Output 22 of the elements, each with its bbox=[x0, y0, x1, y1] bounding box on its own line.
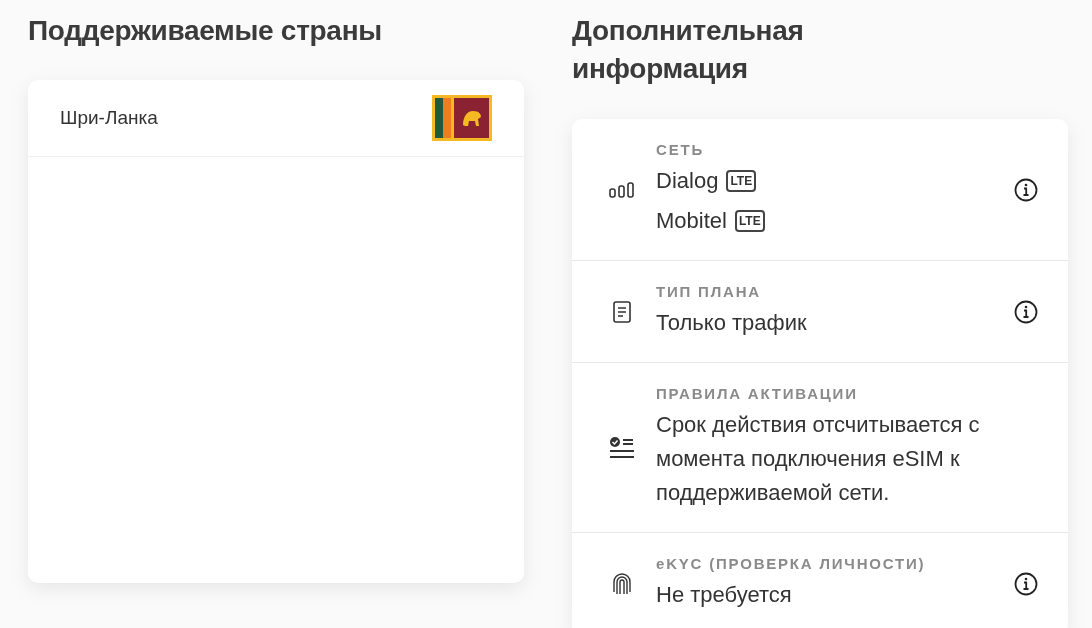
info-icon[interactable] bbox=[1014, 177, 1038, 202]
info-icon[interactable] bbox=[1014, 299, 1038, 324]
section-title: Дополнительная информация bbox=[572, 14, 805, 86]
flag-icon bbox=[432, 95, 492, 141]
row-value: Не требуется bbox=[656, 581, 793, 609]
network-name: Dialog bbox=[656, 167, 719, 195]
row-label: СЕТЬ bbox=[656, 141, 705, 158]
fingerprint-icon bbox=[612, 571, 632, 596]
checklist-icon bbox=[609, 435, 635, 460]
country-name: Шри-Ланка bbox=[60, 107, 158, 129]
section-title: Поддерживаемые страны bbox=[28, 14, 383, 48]
row-label: ТИП ПЛАНА bbox=[656, 283, 762, 300]
signal-bars-icon bbox=[609, 181, 635, 198]
document-icon bbox=[613, 300, 631, 323]
row-value: Только трафик bbox=[656, 309, 808, 337]
row-label: ПРАВИЛА АКТИВАЦИИ bbox=[656, 385, 859, 402]
network-badge: LTE bbox=[726, 170, 757, 192]
row-value: Срок действия отсчитывается с момента подключения eSIM к поддерживаемой сети. bbox=[656, 411, 981, 507]
info-icon[interactable] bbox=[1014, 571, 1038, 596]
network-name: Mobitel bbox=[656, 207, 727, 235]
network-badge: LTE bbox=[734, 210, 765, 232]
row-label: eKYC (ПРОВЕРКА ЛИЧНОСТИ) bbox=[656, 555, 927, 572]
